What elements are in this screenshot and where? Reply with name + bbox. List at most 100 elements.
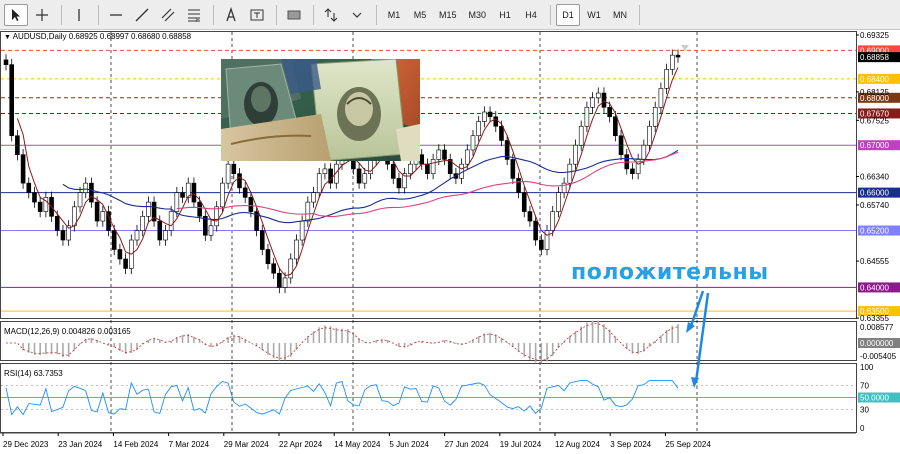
bullish-candle: [305, 201, 311, 222]
bullish-candle: [83, 182, 89, 193]
price-label-text: 0.66000: [860, 189, 889, 198]
macd-scale-label: 0.000000: [858, 338, 900, 348]
bearish-candle: [630, 168, 635, 174]
arrows-tool-button[interactable]: [319, 4, 343, 26]
rectangle-icon: [287, 10, 301, 19]
bullish-candle: [670, 54, 675, 70]
price-label-text: 0.64555: [860, 257, 889, 266]
price-scale-label: 0.64000: [858, 282, 900, 293]
bearish-candle: [111, 230, 117, 250]
cursor-tool-button[interactable]: [4, 3, 28, 26]
bullish-candle: [482, 111, 487, 122]
bearish-candle: [613, 116, 618, 137]
rsi-scale-label: 0: [860, 424, 865, 433]
bullish-candle: [436, 149, 442, 160]
rsi-scale-text: 100: [860, 363, 874, 372]
bearish-candle: [356, 168, 362, 184]
bearish-candle: [157, 220, 163, 241]
trading-terminal-window: F M1 M5 M15 M30 H1 H4 D1 W1 MN 0.69325 0…: [0, 0, 900, 454]
bullish-candle: [100, 211, 106, 222]
fibonacci-button[interactable]: F: [182, 4, 206, 26]
rsi-scale-text: 70: [860, 381, 869, 390]
channel-button[interactable]: [156, 4, 180, 26]
bullish-candle: [140, 216, 145, 231]
timeframe-h4[interactable]: H4: [519, 4, 543, 26]
triangle-down-icon: ▼: [4, 34, 11, 41]
timeframe-d1[interactable]: D1: [556, 3, 581, 26]
timeframe-h1[interactable]: H1: [493, 4, 517, 26]
toolbar-separator: [376, 4, 377, 25]
date-label: 23 Jan 2024: [58, 440, 103, 449]
timeframe-m1[interactable]: M1: [382, 4, 406, 26]
price-label-text: 0.64000: [860, 283, 889, 292]
bearish-candle: [117, 249, 123, 260]
bearish-candle: [123, 258, 128, 269]
bullish-candle: [652, 106, 658, 127]
timeframe-w1[interactable]: W1: [582, 4, 606, 26]
vertical-line-button[interactable]: [67, 4, 91, 26]
chart-info-line: ▼ AUDUSD,Daily 0.68925 0.68997 0.68680 0…: [4, 32, 191, 41]
arrow-to-macd-shaft: [688, 290, 705, 330]
chart-window[interactable]: 0.69325 0.69000 0.68858 0.68400 0.68000 0.681…: [0, 31, 900, 454]
bearish-candle: [396, 178, 402, 189]
rsi-scale-text: 30: [860, 406, 869, 415]
bearish-candle: [618, 135, 624, 155]
tools-dropdown-button[interactable]: [345, 4, 369, 26]
bullish-candle: [470, 135, 476, 151]
bullish-candle: [220, 182, 225, 208]
bullish-candle: [567, 163, 573, 184]
bullish-candle: [77, 192, 83, 208]
bullish-candle: [311, 192, 316, 203]
rectangle-tool-button[interactable]: [282, 4, 306, 26]
bearish-candle: [277, 272, 282, 288]
bearish-candle: [419, 154, 425, 165]
bullish-candle: [578, 125, 584, 146]
svg-text:F: F: [196, 18, 200, 23]
horizontal-line-button[interactable]: [104, 4, 128, 26]
bearish-candle: [26, 182, 32, 193]
bullish-candle: [584, 106, 590, 127]
bullish-candle: [430, 159, 436, 174]
bullish-candle: [664, 69, 669, 89]
bearish-candle: [493, 116, 499, 127]
text-icon: [226, 6, 236, 21]
fibonacci-icon: F: [188, 9, 200, 23]
bearish-candle: [89, 182, 94, 203]
bearish-candle: [675, 54, 681, 58]
rsi-scale-label: 30: [860, 406, 869, 415]
bullish-candle: [658, 88, 664, 108]
price-label-text: 0.69325: [860, 31, 889, 40]
price-scale-label: 0.65200: [858, 225, 900, 236]
date-label: 7 Mar 2024: [169, 440, 210, 449]
bullish-candle: [294, 239, 299, 260]
timeframe-mn[interactable]: MN: [608, 4, 632, 26]
bearish-candle: [390, 163, 396, 179]
bearish-candle: [607, 106, 612, 118]
trendline-button[interactable]: [130, 4, 154, 26]
bullish-candle: [544, 230, 550, 250]
crosshair-tool-button[interactable]: [30, 4, 54, 26]
timeframe-m15[interactable]: M15: [434, 4, 462, 26]
rsi-scale-label: 70: [860, 381, 869, 390]
date-label: 19 Jul 2024: [500, 440, 542, 449]
macd-scale-label: -0.005405: [860, 352, 897, 361]
bearish-candle: [60, 230, 66, 241]
rsi-scale-text: 0: [860, 424, 865, 433]
label-tool-button[interactable]: [245, 4, 269, 26]
bullish-candle: [647, 125, 652, 146]
bearish-candle: [9, 64, 14, 137]
timeframe-m30[interactable]: M30: [464, 4, 492, 26]
banknotes-photo: [221, 59, 420, 161]
text-tool-button[interactable]: [219, 4, 243, 26]
toolbar-separator: [61, 4, 62, 25]
price-scale-label: 0.63355: [856, 314, 889, 323]
bullish-candle: [464, 149, 470, 165]
price-chart-canvas[interactable]: 0.693250.690000.688580.684000.680000.681…: [0, 31, 900, 454]
timeframe-m5[interactable]: M5: [408, 4, 432, 26]
annotation-text: положительны: [571, 260, 769, 285]
price-label-text: 0.68400: [860, 75, 889, 84]
date-label: 27 Jun 2024: [445, 440, 490, 449]
bearish-candle: [54, 216, 60, 231]
price-label-text: 0.67000: [860, 141, 889, 150]
bullish-candle: [299, 220, 305, 241]
